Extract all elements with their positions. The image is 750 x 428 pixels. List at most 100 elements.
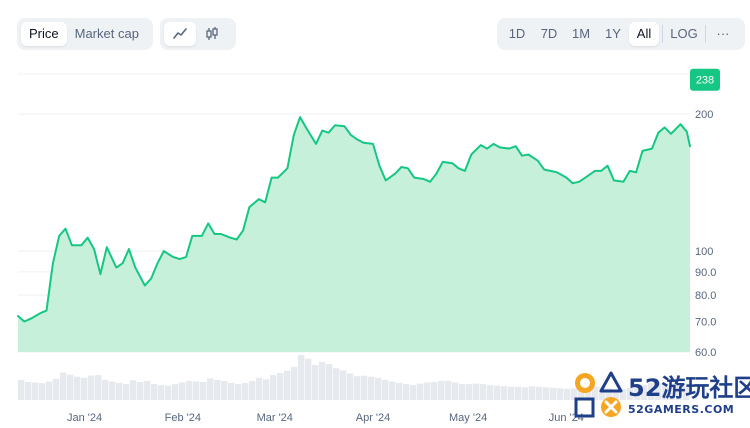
range-1d-button[interactable]: 1D bbox=[501, 22, 533, 46]
volume-bar bbox=[424, 382, 431, 400]
volume-bar bbox=[32, 382, 39, 400]
volume-bar bbox=[151, 384, 158, 400]
volume-bar bbox=[172, 384, 179, 400]
y-tick-label: 70.0 bbox=[695, 317, 716, 329]
volume-bar bbox=[214, 379, 221, 400]
volume-bar bbox=[494, 385, 501, 400]
volume-bar bbox=[53, 378, 60, 400]
volume-bar bbox=[123, 384, 130, 400]
watermark-text: 52游玩社区 52GAMERS.COM bbox=[628, 376, 750, 415]
volume-bar bbox=[480, 384, 487, 400]
volume-bar bbox=[221, 380, 228, 400]
volume-bar bbox=[74, 376, 81, 400]
volume-bar bbox=[375, 377, 382, 400]
metric-toggle: Price Market cap bbox=[17, 18, 153, 50]
volume-bar bbox=[431, 382, 438, 400]
volume-bar bbox=[410, 385, 417, 400]
volume-bar bbox=[95, 375, 102, 400]
volume-bar bbox=[207, 378, 214, 400]
volume-bar bbox=[102, 379, 109, 400]
volume-bar bbox=[368, 376, 375, 400]
range-1m-button[interactable]: 1M bbox=[565, 22, 597, 46]
volume-bar bbox=[144, 380, 151, 400]
volume-bar bbox=[319, 361, 326, 400]
range-7d-button[interactable]: 7D bbox=[533, 22, 565, 46]
y-tick-label: 60.0 bbox=[695, 347, 716, 359]
watermark-logo bbox=[572, 370, 624, 420]
volume-bar bbox=[543, 387, 550, 400]
volume-bar bbox=[333, 368, 340, 400]
more-options-button[interactable]: ··· bbox=[709, 22, 737, 46]
current-price-badge: 238 bbox=[690, 68, 720, 91]
volume-bar bbox=[263, 379, 270, 400]
volume-bar bbox=[529, 386, 536, 400]
line-chart-icon bbox=[173, 28, 187, 39]
log-scale-button[interactable]: LOG bbox=[666, 22, 702, 46]
volume-bar bbox=[25, 382, 32, 400]
volume-bar bbox=[354, 376, 361, 400]
volume-bar bbox=[228, 383, 235, 400]
volume-bar bbox=[340, 370, 347, 400]
volume-bar bbox=[46, 381, 53, 400]
tab-price[interactable]: Price bbox=[21, 22, 67, 46]
price-area bbox=[18, 117, 690, 352]
watermark-title: 52游玩社区 bbox=[628, 373, 750, 402]
volume-bar bbox=[312, 365, 319, 400]
line-chart-button[interactable] bbox=[164, 22, 196, 46]
volume-bar bbox=[291, 367, 298, 400]
volume-bar bbox=[249, 380, 256, 400]
volume-bar bbox=[305, 358, 312, 400]
volume-bar bbox=[445, 380, 452, 400]
candlestick-icon bbox=[206, 27, 218, 40]
x-tick-label: May '24 bbox=[449, 412, 487, 424]
divider bbox=[662, 25, 663, 43]
x-tick-label: Mar '24 bbox=[257, 412, 293, 424]
watermark-subtitle: 52GAMERS.COM bbox=[628, 402, 735, 416]
x-tick-label: Feb '24 bbox=[165, 412, 201, 424]
volume-bar bbox=[508, 386, 515, 400]
tab-market-cap[interactable]: Market cap bbox=[67, 22, 147, 46]
volume-bar bbox=[361, 375, 368, 400]
volume-bar bbox=[550, 387, 557, 400]
volume-bar bbox=[67, 374, 74, 400]
volume-bar bbox=[438, 380, 445, 400]
volume-bar bbox=[396, 383, 403, 400]
price-chart[interactable]: 200 100 90.0 80.0 70.0 60.0 Jan '24 Feb '24 Mar… bbox=[0, 0, 750, 428]
volume-bar bbox=[165, 385, 172, 400]
volume-bar bbox=[382, 379, 389, 400]
volume-bar bbox=[473, 383, 480, 400]
volume-bar bbox=[487, 385, 494, 400]
volume-bar bbox=[270, 375, 277, 400]
volume-bar bbox=[186, 380, 193, 400]
volume-bar bbox=[452, 382, 459, 400]
y-tick-label: 90.0 bbox=[695, 267, 716, 279]
range-1y-button[interactable]: 1Y bbox=[597, 22, 629, 46]
time-range-toggle: 1D 7D 1M 1Y All LOG ··· bbox=[497, 18, 745, 50]
volume-bar bbox=[60, 372, 67, 400]
candlestick-button[interactable] bbox=[196, 22, 228, 46]
volume-bar bbox=[256, 377, 263, 400]
volume-bar bbox=[88, 375, 95, 400]
range-all-button[interactable]: All bbox=[629, 22, 659, 46]
volume-bar bbox=[81, 377, 88, 400]
volume-bar bbox=[298, 355, 305, 400]
volume-bar bbox=[403, 384, 410, 400]
x-tick-label: Jan '24 bbox=[67, 412, 102, 424]
site-watermark: 52游玩社区 52GAMERS.COM bbox=[572, 368, 750, 422]
volume-bar bbox=[417, 383, 424, 400]
divider bbox=[705, 25, 706, 43]
volume-bar bbox=[130, 380, 137, 400]
volume-bar bbox=[179, 382, 186, 400]
volume-bar bbox=[39, 383, 46, 400]
current-price-label: 238 bbox=[696, 75, 714, 87]
volume-bar bbox=[277, 373, 284, 400]
volume-bar bbox=[235, 384, 242, 400]
chart-type-toggle bbox=[160, 18, 236, 50]
volume-bar bbox=[137, 382, 144, 400]
volume-bar bbox=[564, 388, 571, 400]
y-tick-label: 80.0 bbox=[695, 290, 716, 302]
volume-bar bbox=[536, 386, 543, 400]
y-tick-label: 200 bbox=[695, 109, 713, 121]
volume-bar bbox=[18, 379, 25, 400]
x-tick-label: Apr '24 bbox=[356, 412, 391, 424]
